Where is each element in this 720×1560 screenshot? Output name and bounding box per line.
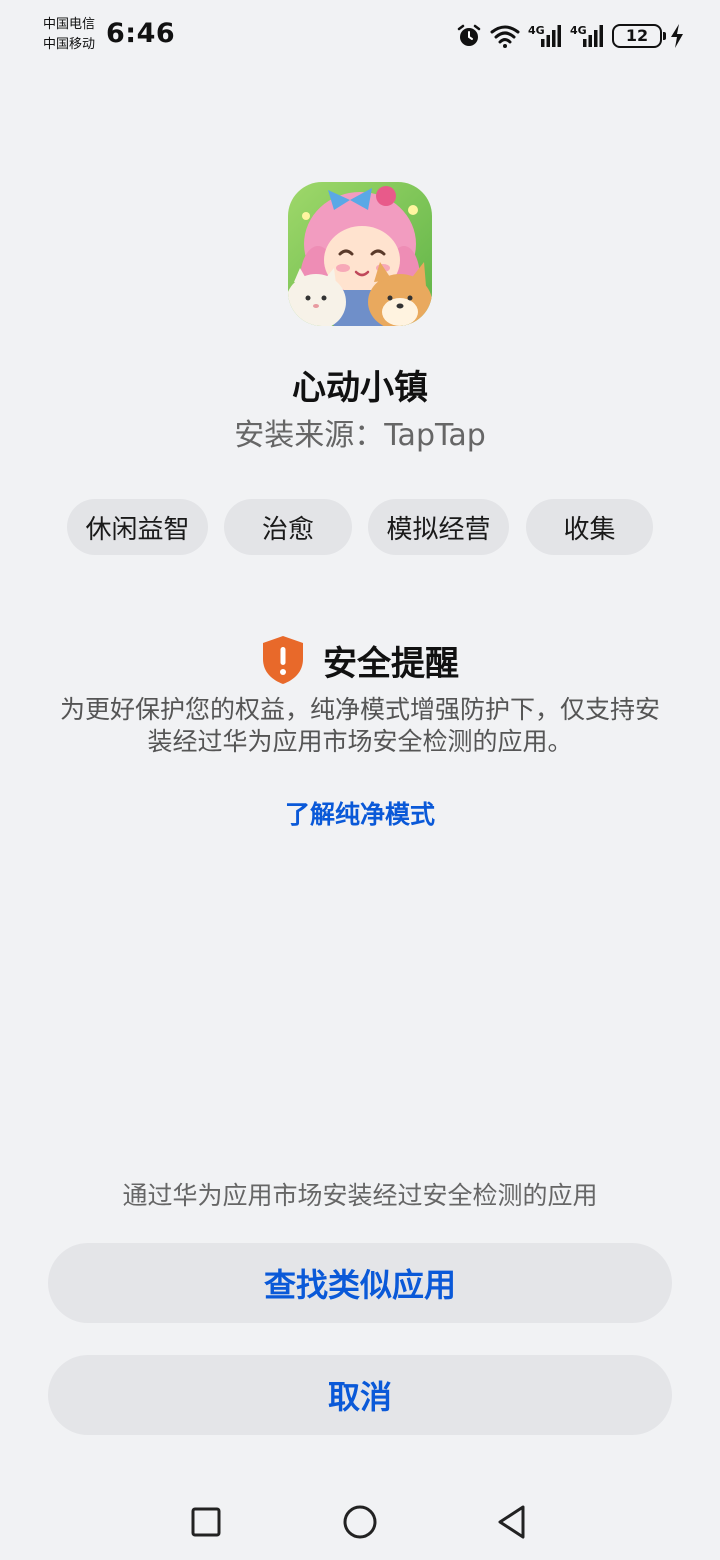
install-source: 安装来源：TapTap [234, 418, 486, 453]
shield-alert-icon [263, 636, 303, 684]
security-warning-title: 安全提醒 [323, 643, 459, 684]
app-tags: 休闲益智 治愈 模拟经营 收集 [0, 499, 720, 555]
learn-pure-mode-link[interactable]: 了解纯净模式 [0, 795, 720, 831]
cancel-button[interactable]: 取消 [48, 1355, 672, 1435]
carrier-info: 中国电信 中国移动 [43, 15, 95, 55]
home-icon [343, 1505, 377, 1539]
tag-item: 收集 [526, 499, 653, 555]
tag-item: 休闲益智 [67, 499, 208, 555]
recents-button[interactable] [184, 1500, 228, 1544]
app-icon [288, 182, 432, 326]
status-bar: 中国电信 中国移动 6:46 4G 4G 12 [0, 0, 720, 72]
security-warning-text: 为更好保护您的权益，纯净模式增强防护下，仅支持安装经过华为应用市场安全检测的应用… [59, 695, 660, 756]
recents-icon [191, 1507, 221, 1537]
tag-item: 治愈 [224, 499, 352, 555]
back-button[interactable] [490, 1500, 534, 1544]
app-name: 心动小镇 [292, 368, 428, 408]
back-icon [498, 1505, 525, 1539]
carrier-1: 中国电信 [43, 17, 96, 32]
home-button[interactable] [338, 1500, 382, 1544]
navigation-bar [0, 1490, 720, 1554]
install-hint: 通过华为应用市场安装经过安全检测的应用 [122, 1181, 598, 1210]
network-type-2: 4G [570, 24, 587, 37]
signal-icon: 4G [570, 24, 603, 47]
find-similar-apps-button[interactable]: 查找类似应用 [48, 1243, 672, 1323]
tag-item: 模拟经营 [368, 499, 509, 555]
signal-icon: 4G [528, 24, 561, 47]
carrier-2: 中国移动 [43, 37, 96, 52]
status-icons: 4G 4G 12 [456, 20, 684, 52]
status-time: 6:46 [106, 18, 176, 49]
security-warning-header: 安全提醒 [0, 632, 720, 688]
charging-icon [671, 24, 683, 48]
battery-icon: 12 [612, 24, 666, 48]
network-type-1: 4G [528, 24, 545, 37]
alarm-icon [457, 24, 481, 46]
wifi-icon [490, 25, 520, 48]
